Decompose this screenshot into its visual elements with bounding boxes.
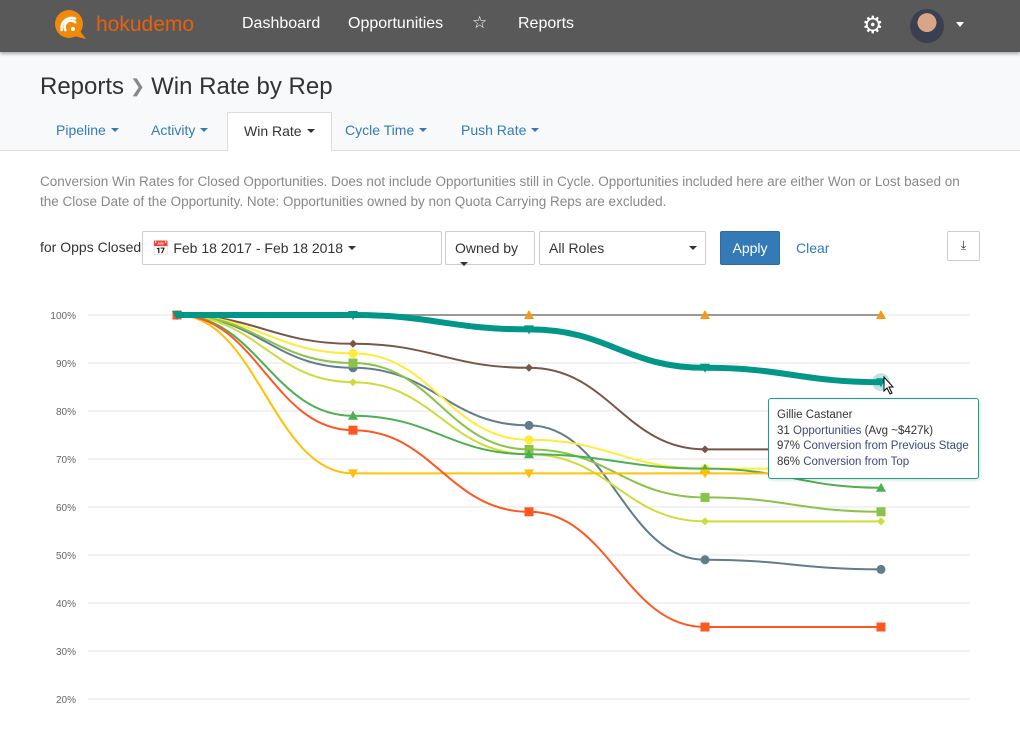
data-point — [348, 358, 358, 368]
data-point — [700, 555, 710, 565]
tooltip-prev-pct: 97% — [777, 440, 801, 452]
nav-dashboard[interactable]: Dashboard — [242, 15, 320, 33]
tooltip-top-label: Conversion from Top — [803, 455, 910, 468]
y-tick-label: 70% — [56, 455, 76, 466]
data-point — [700, 622, 710, 632]
data-point — [348, 425, 358, 435]
tooltip-count: 31 — [777, 424, 790, 437]
data-point — [524, 435, 534, 445]
star-icon[interactable]: ☆ — [472, 13, 487, 33]
y-tick-label: 50% — [56, 551, 76, 562]
tooltip-count-label: Opportunities — [793, 424, 862, 437]
tooltip-avg: (Avg ~$427k) — [864, 424, 934, 437]
series-line — [177, 311, 882, 386]
data-point — [524, 420, 534, 430]
data-point — [349, 339, 357, 348]
y-tick-label: 40% — [56, 599, 76, 610]
data-point — [349, 378, 357, 387]
chart-tooltip: Gillie Castaner 31 Opportunities (Avg ~$… — [768, 398, 979, 479]
data-point — [524, 507, 534, 517]
tooltip-top-pct: 86% — [777, 455, 801, 468]
y-tick-label: 90% — [56, 359, 76, 370]
brand-name[interactable]: hokudemo — [96, 13, 194, 37]
top-navbar: hokudemo Dashboard Opportunities ☆ Repor… — [0, 0, 1020, 52]
nav-opportunities[interactable]: Opportunities — [348, 15, 443, 33]
data-point — [701, 517, 709, 526]
data-point — [876, 564, 886, 574]
y-tick-label: 30% — [56, 647, 76, 658]
y-tick-label: 60% — [56, 503, 76, 514]
avatar[interactable] — [910, 9, 944, 43]
tooltip-rep-name: Gillie Castaner — [777, 409, 853, 421]
gear-icon[interactable]: ⚙ — [862, 11, 884, 40]
data-point — [700, 492, 710, 502]
data-point — [701, 445, 709, 454]
hokudemo-logo-icon[interactable] — [54, 9, 88, 41]
tooltip-prev-label: Conversion from Previous Stage — [803, 440, 969, 452]
data-point — [876, 622, 886, 632]
data-point — [877, 517, 885, 526]
y-tick-label: 20% — [56, 695, 76, 706]
win-rate-chart: 100% 90% 80% 70% 60% 50% 40% 30% 20% — [50, 310, 970, 706]
data-point — [348, 348, 358, 358]
y-tick-label: 100% — [50, 311, 76, 322]
y-tick-label: 80% — [56, 407, 76, 418]
nav-reports[interactable]: Reports — [518, 15, 574, 33]
data-point — [525, 363, 533, 372]
user-menu-caret-icon[interactable] — [956, 22, 964, 31]
data-point — [876, 507, 886, 517]
